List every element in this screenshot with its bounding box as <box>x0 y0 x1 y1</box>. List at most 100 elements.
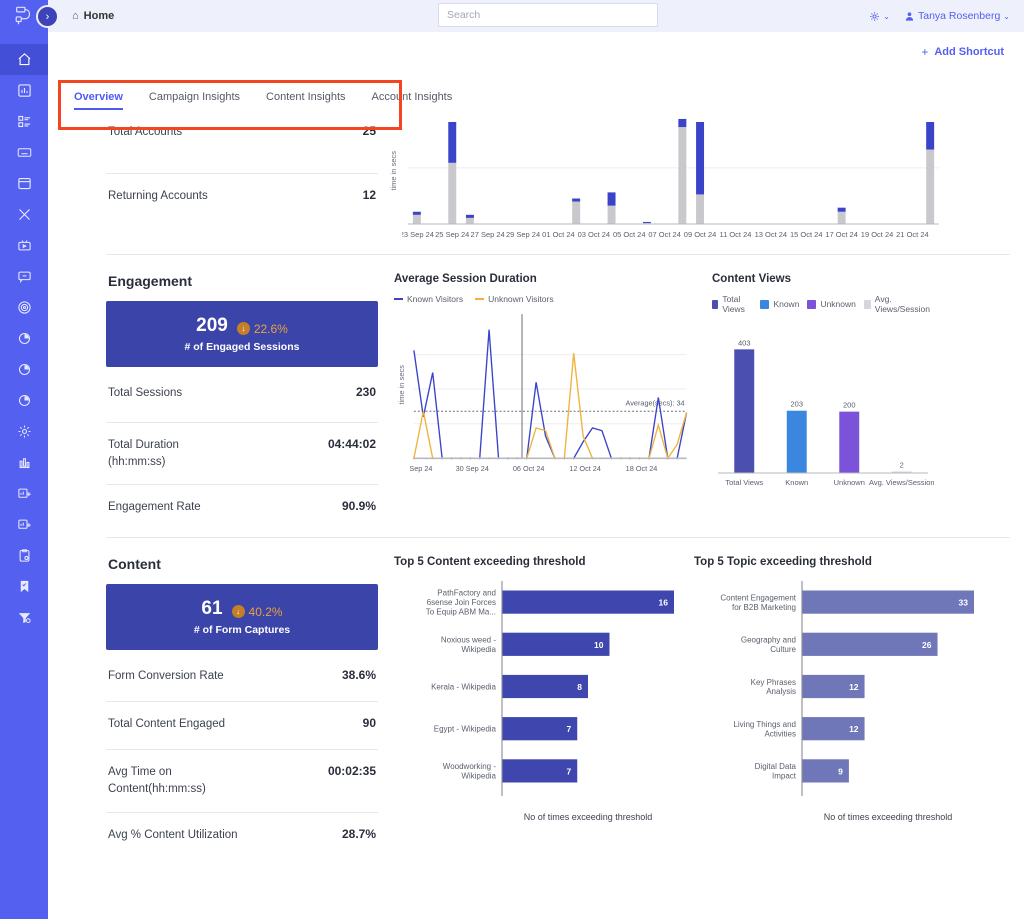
form-captures-kpi-card: 61 ↓ 40.2% # of Form Captures <box>106 584 378 651</box>
svg-text:403: 403 <box>738 338 751 347</box>
stat-total-sessions: Total Sessions 230 <box>106 371 378 423</box>
search-input[interactable] <box>438 3 658 27</box>
sidebar-item-audience-1[interactable] <box>0 323 48 354</box>
legend-swatch <box>475 297 485 301</box>
home-icon <box>18 53 30 66</box>
stat-returning-accounts: Returning Accounts 12 <box>106 174 378 238</box>
dashboard-content: + Add Shortcut Overview Campaign Insight… <box>48 32 1024 919</box>
sidebar-item-messages[interactable] <box>0 261 48 292</box>
sidebar-item-bookmarks[interactable] <box>0 571 48 602</box>
legend-label: Unknown <box>820 299 856 309</box>
svg-text:2: 2 <box>900 461 904 470</box>
accounts-stats: Total Accounts 25 Returning Accounts 12 <box>48 110 378 246</box>
daily-time-spent-chart[interactable]: time in secs 23 Sep 24 25 Sep 24 27 Sep 24… <box>378 110 1024 246</box>
svg-text:Average(secs): 34: Average(secs): 34 <box>625 398 684 407</box>
sidebar-item-settings[interactable] <box>0 416 48 447</box>
content-views-chart[interactable]: Content Views Total Views Known Unknown … <box>702 273 942 537</box>
stat-label: Returning Accounts <box>108 190 208 202</box>
sidebar-item-reports[interactable] <box>0 447 48 478</box>
content-title: Content <box>108 556 161 573</box>
svg-text:18 Oct 24: 18 Oct 24 <box>625 464 657 473</box>
circle-pie-icon <box>18 363 30 376</box>
clipboard-icon <box>19 549 29 562</box>
stat-label: Avg % Content Utilization <box>108 828 238 841</box>
engagement-charts: Average Session Duration Known Visitors … <box>378 255 1024 537</box>
legend-swatch <box>807 299 817 309</box>
arrow-down-icon: ↓ <box>231 605 245 619</box>
sidebar-item-analytics[interactable] <box>0 75 48 106</box>
tab-label: Account Insights <box>371 91 453 103</box>
svg-text:03 Oct 24: 03 Oct 24 <box>578 230 611 239</box>
svg-text:Living Things and: Living Things and <box>733 720 796 729</box>
stat-engagement-rate: Engagement Rate 90.9% <box>106 485 378 537</box>
svg-text:01 Oct 24: 01 Oct 24 <box>542 230 575 239</box>
top-topic-threshold-chart[interactable]: Top 5 Topic exceeding threshold 33 Conten… <box>684 556 984 857</box>
svg-text:for B2B Marketing: for B2B Marketing <box>732 603 796 612</box>
bar-chart-icon <box>17 84 31 97</box>
content-stats: Content 61 ↓ 40.2% # of Form Captures Fo… <box>48 538 378 857</box>
chart-title: Average Session Duration <box>394 273 537 285</box>
average-session-duration-chart[interactable]: Average Session Duration Known Visitors … <box>384 273 702 537</box>
svg-text:05 Oct 24: 05 Oct 24 <box>613 230 646 239</box>
sidebar-item-video[interactable] <box>0 230 48 261</box>
target-icon <box>17 301 31 314</box>
sidebar-item-clipboard[interactable] <box>0 540 48 571</box>
sidebar-item-add-report-1[interactable] <box>0 478 48 509</box>
top-content-threshold-chart[interactable]: Top 5 Content exceeding threshold 16 Path… <box>384 556 684 857</box>
bookmark-icon <box>20 580 28 593</box>
main-region: ⌂ Home ⌄ Tanya Rosenberg ⌄ + <box>48 0 1024 919</box>
sidebar-collapse-button[interactable]: › <box>36 5 59 28</box>
svg-text:8: 8 <box>577 682 582 692</box>
legend-item-total-views: Total Views <box>712 294 752 314</box>
legend-item-known-visitors: Known Visitors <box>394 294 463 304</box>
chart-title: Content Views <box>712 273 792 285</box>
sidebar-item-keyboard[interactable] <box>0 137 48 168</box>
stat-value: 90 <box>362 716 376 731</box>
sidebar-item-filter[interactable] <box>0 602 48 633</box>
legend-item-avg-views-session: Avg. Views/Session <box>863 294 932 314</box>
circle-pie-icon <box>18 394 30 407</box>
stat-label: Total Accounts <box>108 126 183 138</box>
tab-content-insights[interactable]: Content Insights <box>266 91 346 110</box>
stat-total-accounts: Total Accounts 25 <box>106 110 378 174</box>
settings-menu-button[interactable]: ⌄ <box>869 11 890 22</box>
tab-campaign-insights[interactable]: Campaign Insights <box>149 91 240 110</box>
sidebar-item-add-report-2[interactable] <box>0 509 48 540</box>
arrow-down-icon: ↓ <box>236 322 250 335</box>
svg-text:Total Views: Total Views <box>725 478 763 487</box>
sidebar-item-audience-3[interactable] <box>0 385 48 416</box>
y-axis-label: time in secs <box>397 365 407 405</box>
sidebar-item-audience-2[interactable] <box>0 354 48 385</box>
svg-text:Key Phrases: Key Phrases <box>751 678 796 687</box>
sidebar-item-home[interactable] <box>0 44 48 75</box>
stat-value: 04:44:02 <box>327 437 376 451</box>
chart-plus-icon <box>17 519 31 529</box>
tab-list: Overview Campaign Insights Content Insig… <box>62 72 1024 110</box>
svg-text:Digital Data: Digital Data <box>755 763 797 772</box>
breadcrumb[interactable]: ⌂ Home <box>72 10 114 22</box>
svg-text:203: 203 <box>790 400 803 409</box>
tab-overview[interactable]: Overview <box>74 91 123 110</box>
user-menu-button[interactable]: Tanya Rosenberg ⌄ <box>904 10 1010 22</box>
y-axis-label: time in secs <box>388 151 398 191</box>
stat-value: 90.9% <box>341 499 376 514</box>
sidebar-item-campaigns[interactable] <box>0 106 48 137</box>
left-sidebar: › <box>0 0 59 919</box>
kpi-top-row: 209 ↓ 22.6% <box>196 315 288 337</box>
grid-list-icon <box>17 115 30 128</box>
sidebar-item-tools[interactable] <box>0 199 48 230</box>
accounts-row: Total Accounts 25 Returning Accounts 12 … <box>48 110 1024 246</box>
sidebar-item-pages[interactable] <box>0 168 48 199</box>
tab-account-insights[interactable]: Account Insights <box>372 91 453 110</box>
tab-label: Campaign Insights <box>148 91 241 103</box>
stat-value: 38.6% <box>341 668 376 683</box>
svg-text:Known: Known <box>785 478 808 487</box>
tabs-container: Overview Campaign Insights Content Insig… <box>48 72 1024 110</box>
sidebar-nav <box>0 44 48 633</box>
svg-text:11 Oct 24: 11 Oct 24 <box>719 230 751 239</box>
legend-label: Known <box>773 299 800 309</box>
stat-value: 25 <box>362 124 376 138</box>
svg-text:06 Oct 24: 06 Oct 24 <box>512 464 544 473</box>
add-shortcut-button[interactable]: + Add Shortcut <box>921 45 1004 59</box>
sidebar-item-target[interactable] <box>0 292 48 323</box>
